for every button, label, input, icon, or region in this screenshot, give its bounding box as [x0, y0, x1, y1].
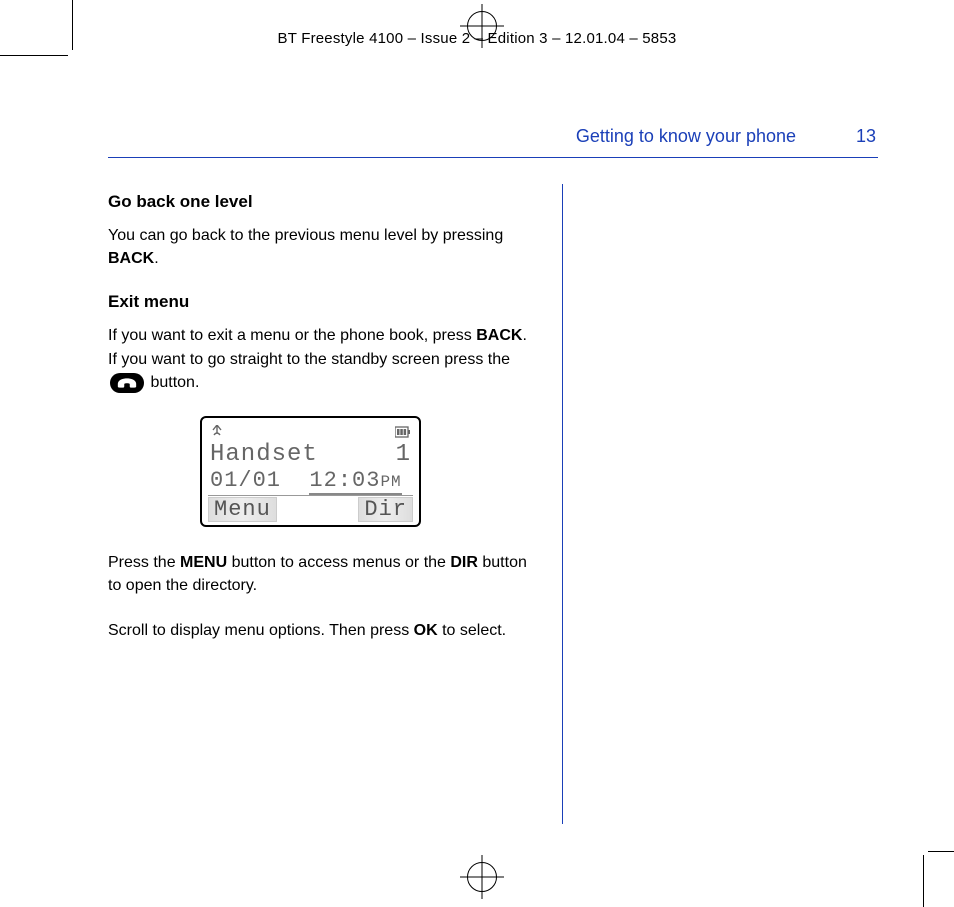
key-label: MENU	[180, 554, 227, 571]
signal-icon	[210, 425, 224, 439]
key-label: BACK	[108, 250, 154, 267]
phone-lcd-illustration: Handset 1 01/01 12:03PM Menu Dir	[200, 416, 421, 527]
key-label: DIR	[450, 554, 478, 571]
crop-mark	[923, 855, 924, 907]
section-title: Getting to know your phone	[576, 126, 796, 147]
heading-go-back: Go back one level	[108, 192, 528, 212]
text: You can go back to the previous menu lev…	[108, 227, 503, 244]
paragraph: Scroll to display menu options. Then pre…	[108, 619, 528, 642]
heading-exit-menu: Exit menu	[108, 292, 528, 312]
lcd-ampm: PM	[380, 473, 401, 491]
paragraph: Press the MENU button to access menus or…	[108, 551, 528, 597]
text: .	[154, 250, 158, 267]
lcd-time: 12:03	[309, 468, 380, 493]
lcd-handset-label: Handset	[210, 441, 318, 468]
key-label: OK	[414, 622, 438, 639]
text: button to access menus or the	[227, 554, 450, 571]
crop-mark	[928, 851, 954, 852]
text: button.	[150, 374, 199, 391]
document-header: BT Freestyle 4100 – Issue 2 – Edition 3 …	[110, 30, 844, 47]
divider	[108, 157, 878, 158]
registration-mark-icon	[460, 855, 504, 899]
paragraph: You can go back to the previous menu lev…	[108, 224, 528, 270]
crop-mark	[72, 0, 73, 50]
paragraph: If you want to exit a menu or the phone …	[108, 324, 528, 394]
page-number: 13	[846, 126, 876, 147]
lcd-date: 01/01	[210, 468, 281, 493]
key-label: BACK	[476, 327, 522, 344]
text: Scroll to display menu options. Then pre…	[108, 622, 414, 639]
lcd-softkey-right: Dir	[358, 497, 413, 522]
hangup-icon	[110, 373, 144, 393]
column-divider	[562, 184, 564, 824]
crop-mark	[0, 55, 68, 56]
text: If you want to exit a menu or the phone …	[108, 327, 476, 344]
text: Press the	[108, 554, 180, 571]
battery-icon	[395, 426, 411, 438]
lcd-softkey-left: Menu	[208, 497, 277, 522]
text: to select.	[438, 622, 506, 639]
lcd-handset-number: 1	[396, 441, 411, 468]
